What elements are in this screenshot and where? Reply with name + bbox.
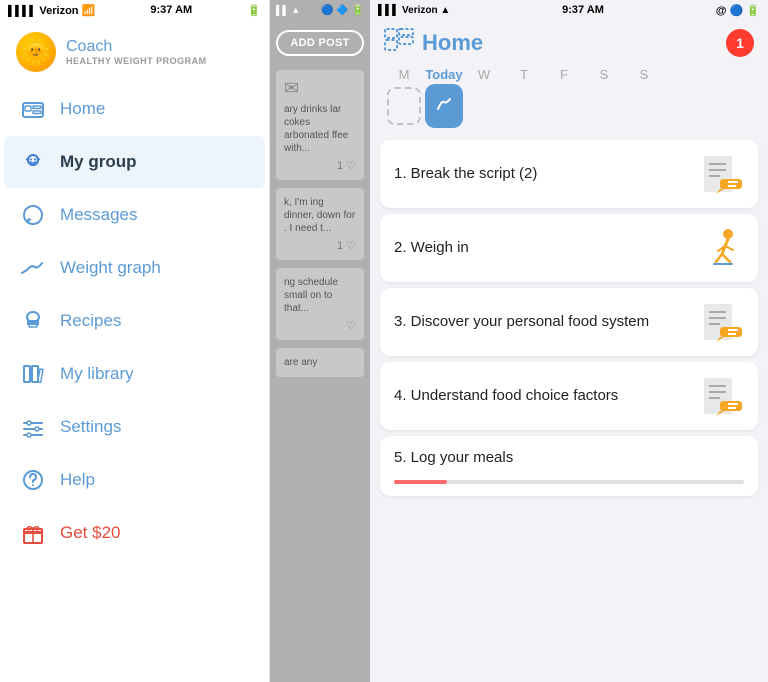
coach-header: 🌞 Coach HEALTHY WEIGHT PROGRAM (0, 20, 269, 82)
day-s1[interactable]: S (584, 67, 624, 128)
day-m[interactable]: M (384, 67, 424, 128)
task-2-text: 2. Weigh in (394, 238, 700, 258)
day-f[interactable]: F (544, 67, 584, 128)
task-card-3[interactable]: 3. Discover your personal food system (380, 288, 758, 356)
sidebar-item-my-library[interactable]: My library (4, 348, 265, 400)
home-screen-icon (384, 28, 414, 57)
middle-status-bar: ▌▌ ▲ 🔵 🔷 🔋 (270, 0, 370, 20)
sidebar-item-home[interactable]: Home (4, 83, 265, 135)
post-3-text: ng schedule small on to that... (284, 276, 356, 315)
gift-icon (20, 520, 46, 546)
notification-badge[interactable]: 1 (726, 29, 754, 57)
day-w[interactable]: W (464, 67, 504, 128)
middle-post-3: ng schedule small on to that... ♡ (276, 268, 364, 340)
middle-post-2: k, I'm ing dinner, down for . I need t..… (276, 188, 364, 260)
left-carrier: ▌▌▌▌ Verizon 📶 (8, 4, 95, 17)
left-time: 9:37 AM (150, 4, 192, 16)
sidebar-item-my-group-label: My group (60, 152, 137, 172)
coach-subtitle: HEALTHY WEIGHT PROGRAM (66, 56, 207, 66)
task-card-2[interactable]: 2. Weigh in (380, 214, 758, 282)
coach-text: Coach HEALTHY WEIGHT PROGRAM (66, 38, 207, 66)
add-post-button[interactable]: ADD POST (276, 30, 364, 56)
sidebar-item-get20-label: Get $20 (60, 523, 121, 543)
page-title: Home (422, 30, 483, 56)
post-3-likes: ♡ (284, 319, 356, 332)
sidebar-item-messages-label: Messages (60, 205, 137, 225)
day-selector: M Today W T F (370, 63, 768, 136)
post-2-text: k, I'm ing dinner, down for . I need t..… (284, 196, 356, 235)
post-1-likes: 1 ♡ (284, 159, 356, 172)
task-2-icon (700, 226, 744, 270)
sidebar-item-help-label: Help (60, 470, 95, 490)
post-1-text: ary drinks lar cokes arbonated ffee with… (284, 103, 356, 155)
day-s2[interactable]: S (624, 67, 664, 128)
task-3-icon (700, 300, 744, 344)
mail-icon: ✉ (284, 78, 356, 99)
task-card-4[interactable]: 4. Understand food choice factors (380, 362, 758, 430)
settings-icon (20, 414, 46, 440)
right-status-bar: ▌▌▌ Verizon ▲ 9:37 AM @ 🔵 🔋 (370, 0, 768, 20)
nav-menu: Home My group (0, 82, 269, 560)
coach-avatar: 🌞 (16, 32, 56, 72)
sidebar-item-settings-label: Settings (60, 417, 121, 437)
notification-count: 1 (736, 35, 744, 51)
home-icon (20, 96, 46, 122)
message-icon (20, 202, 46, 228)
sidebar-item-weight-graph-label: Weight graph (60, 258, 161, 278)
help-icon (20, 467, 46, 493)
day-t1[interactable]: T (504, 67, 544, 128)
middle-panel: ▌▌ ▲ 🔵 🔷 🔋 ADD POST ✉ ary drinks lar cok… (270, 0, 370, 682)
coach-name: Coach (66, 38, 207, 56)
library-icon (20, 361, 46, 387)
task-5-progress (394, 480, 744, 484)
sidebar-item-home-label: Home (60, 99, 105, 119)
sidebar-item-weight-graph[interactable]: Weight graph (4, 242, 265, 294)
left-battery: 🔋 (247, 4, 261, 17)
task-card-1[interactable]: 1. Break the script (2) (380, 140, 758, 208)
day-today[interactable]: Today (424, 67, 464, 128)
group-icon (20, 149, 46, 175)
right-panel: ▌▌▌ Verizon ▲ 9:37 AM @ 🔵 🔋 Home 1 (370, 0, 768, 682)
right-time: 9:37 AM (562, 4, 604, 16)
task-1-text: 1. Break the script (2) (394, 164, 700, 184)
right-header: Home 1 (370, 20, 768, 63)
sidebar-item-settings[interactable]: Settings (4, 401, 265, 453)
task-3-text: 3. Discover your personal food system (394, 312, 700, 332)
task-4-text: 4. Understand food choice factors (394, 386, 700, 406)
post-4-text: are any (284, 356, 356, 369)
sidebar-item-get20[interactable]: Get $20 (4, 507, 265, 559)
task-5-text: 5. Log your meals (394, 448, 744, 468)
sidebar-item-my-group[interactable]: My group (4, 136, 265, 188)
middle-post-4: are any (276, 348, 364, 377)
task-4-icon (700, 374, 744, 418)
post-2-likes: 1 ♡ (284, 239, 356, 252)
chef-icon (20, 308, 46, 334)
task-list: 1. Break the script (2) 2. Weigh in (370, 136, 768, 682)
graph-icon (20, 255, 46, 281)
task-card-5[interactable]: 5. Log your meals (380, 436, 758, 496)
sidebar-item-recipes[interactable]: Recipes (4, 295, 265, 347)
sidebar-item-help[interactable]: Help (4, 454, 265, 506)
middle-post-1: ✉ ary drinks lar cokes arbonated ffee wi… (276, 70, 364, 180)
sidebar-item-my-library-label: My library (60, 364, 134, 384)
sidebar-item-recipes-label: Recipes (60, 311, 121, 331)
task-1-icon (700, 152, 744, 196)
sidebar-item-messages[interactable]: Messages (4, 189, 265, 241)
left-panel: ▌▌▌▌ Verizon 📶 9:37 AM 🔋 🌞 Coach HEALTHY… (0, 0, 270, 682)
left-status-bar: ▌▌▌▌ Verizon 📶 9:37 AM 🔋 (0, 0, 269, 20)
right-header-left: Home (384, 28, 483, 57)
